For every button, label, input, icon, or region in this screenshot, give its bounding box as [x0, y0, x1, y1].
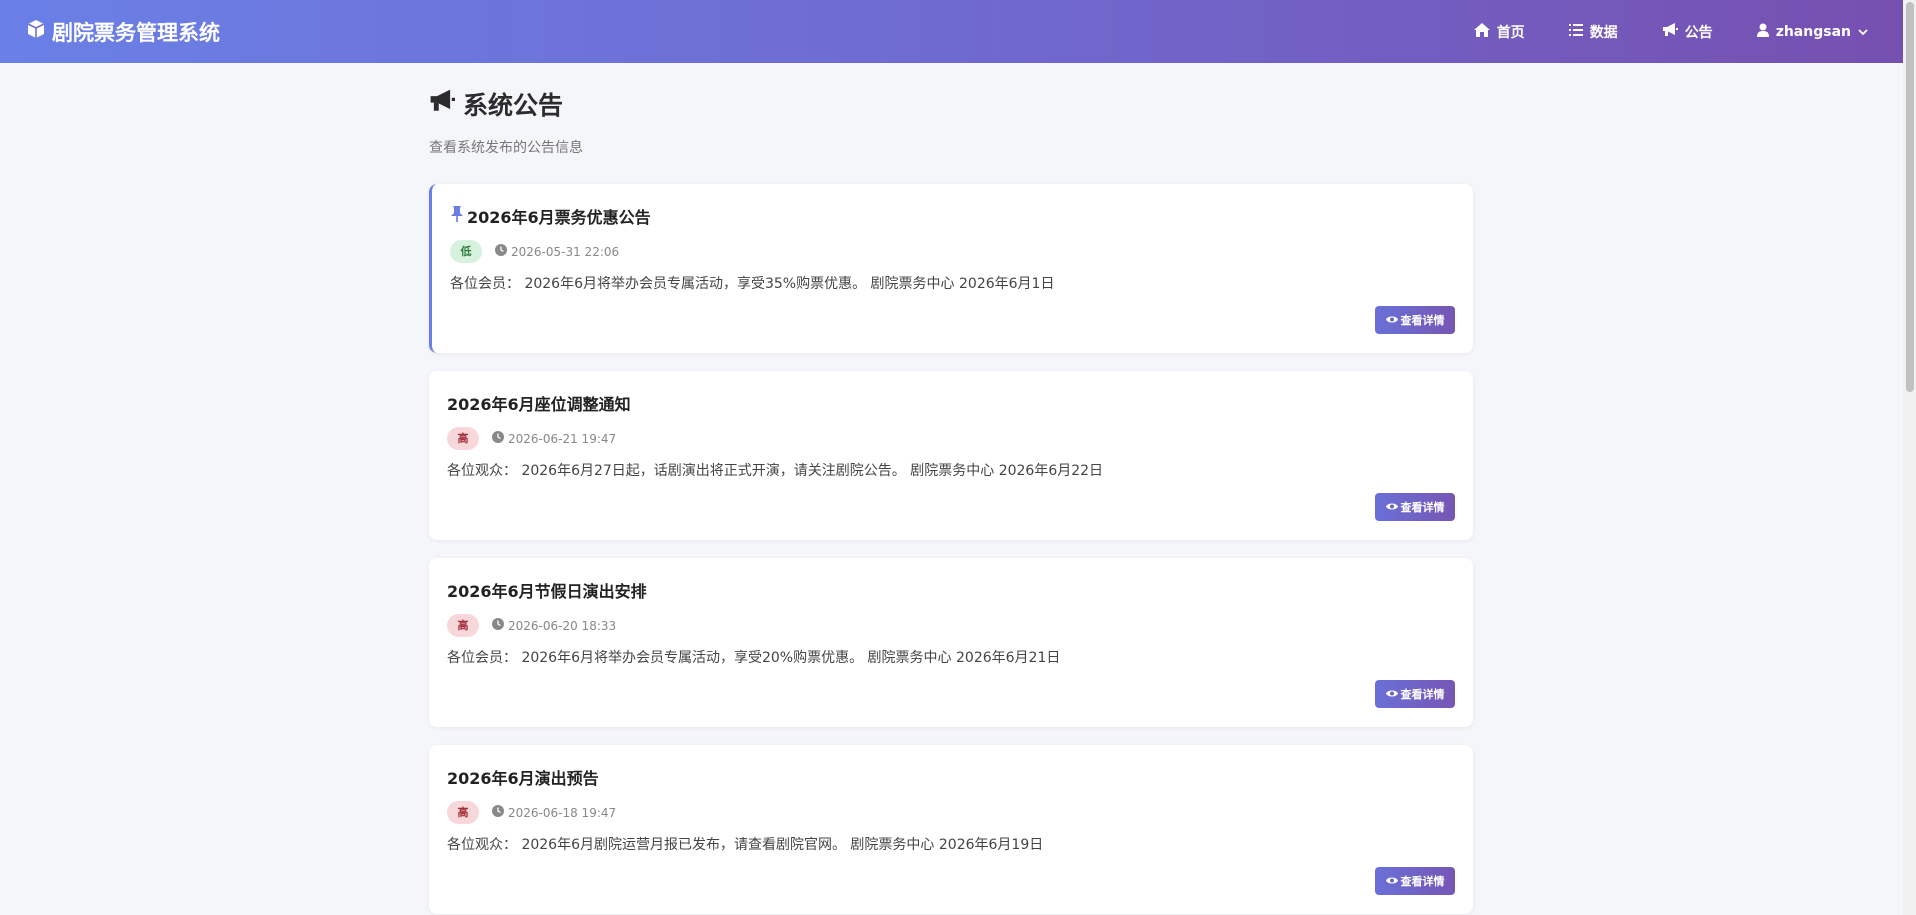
- nav-menu: 首页 数据 公告 zhangsan: [1430, 22, 1875, 42]
- brand[interactable]: 剧院票务管理系统: [26, 17, 220, 47]
- announcement-title[interactable]: 2026年6月节假日演出安排: [447, 578, 1455, 602]
- megaphone-icon: [1662, 22, 1685, 41]
- view-detail-button[interactable]: 查看详情: [1375, 306, 1455, 334]
- page-subtitle: 查看系统发布的公告信息: [429, 140, 583, 156]
- view-detail-button[interactable]: 查看详情: [1375, 867, 1455, 895]
- announcement-card: 2026年6月演出预告 高 2026-06-18 19:47 各位观众： 202…: [429, 745, 1473, 914]
- priority-badge: 低: [450, 240, 482, 263]
- announcement-time-text: 2026-05-31 22:06: [511, 244, 620, 259]
- nav-item-data[interactable]: 数据: [1568, 22, 1618, 42]
- nav-item-home[interactable]: 首页: [1473, 22, 1525, 42]
- announcement-title-text: 2026年6月座位调整通知: [447, 395, 631, 414]
- announcement-card: 2026年6月票务优惠公告 低 2026-05-31 22:06 各位会员： 2…: [429, 184, 1473, 353]
- announcement-time: 2026-06-21 19:47: [492, 431, 616, 446]
- clock-icon: [495, 244, 511, 259]
- clock-icon: [492, 805, 508, 820]
- eye-icon: [1385, 501, 1401, 514]
- announcement-time-text: 2026-06-20 18:33: [508, 618, 617, 633]
- nav-item-announcements[interactable]: 公告: [1662, 22, 1713, 42]
- pin-icon: [450, 206, 467, 226]
- view-detail-label: 查看详情: [1400, 875, 1445, 888]
- top-navbar: 剧院票务管理系统 首页 数据 公告 zhangsan: [0, 0, 1903, 63]
- username: zhangsan: [1775, 23, 1851, 40]
- nav-item-label: 数据: [1589, 24, 1618, 41]
- cube-icon: [26, 19, 52, 44]
- announcement-meta: 高 2026-06-18 19:47: [447, 801, 1455, 824]
- page-title: 系统公告: [429, 86, 1473, 122]
- announcement-title-text: 2026年6月票务优惠公告: [467, 208, 651, 227]
- view-detail-label: 查看详情: [1400, 501, 1445, 514]
- clock-icon: [492, 431, 508, 446]
- announcement-time: 2026-06-18 19:47: [492, 805, 616, 820]
- announcement-title-text: 2026年6月节假日演出安排: [447, 582, 647, 601]
- megaphone-icon: [429, 89, 463, 119]
- announcement-title[interactable]: 2026年6月票务优惠公告: [450, 204, 1455, 228]
- user-icon: [1756, 23, 1776, 41]
- announcement-card: 2026年6月节假日演出安排 高 2026-06-20 18:33 各位会员： …: [429, 558, 1473, 727]
- eye-icon: [1385, 314, 1401, 327]
- view-detail-button[interactable]: 查看详情: [1375, 680, 1455, 708]
- announcement-title-text: 2026年6月演出预告: [447, 769, 599, 788]
- announcement-meta: 高 2026-06-21 19:47: [447, 427, 1455, 450]
- announcement-title[interactable]: 2026年6月演出预告: [447, 765, 1455, 789]
- announcement-content: 各位观众： 2026年6月剧院运营月报已发布，请查看剧院官网。 剧院票务中心 2…: [447, 837, 1044, 853]
- page-title-text: 系统公告: [463, 91, 564, 120]
- announcement-time: 2026-05-31 22:06: [495, 244, 619, 259]
- view-detail-label: 查看详情: [1400, 314, 1445, 327]
- view-detail-label: 查看详情: [1400, 688, 1445, 701]
- view-detail-button[interactable]: 查看详情: [1375, 493, 1455, 521]
- list-icon: [1568, 23, 1590, 40]
- main-content: 系统公告 查看系统发布的公告信息 2026年6月票务优惠公告 低 2026-05…: [429, 63, 1473, 914]
- eye-icon: [1385, 875, 1401, 888]
- page-scrollbar[interactable]: [1903, 0, 1916, 915]
- announcement-time: 2026-06-20 18:33: [492, 618, 616, 633]
- eye-icon: [1385, 688, 1401, 701]
- announcement-time-text: 2026-06-21 19:47: [508, 431, 617, 446]
- user-menu[interactable]: zhangsan: [1756, 23, 1875, 41]
- announcement-meta: 高 2026-06-20 18:33: [447, 614, 1455, 637]
- announcement-content: 各位会员： 2026年6月将举办会员专属活动，享受35%购票优惠。 剧院票务中心…: [450, 276, 1055, 292]
- announcement-meta: 低 2026-05-31 22:06: [450, 240, 1455, 263]
- announcement-title[interactable]: 2026年6月座位调整通知: [447, 391, 1455, 415]
- nav-item-label: 首页: [1496, 24, 1525, 41]
- announcement-content: 各位会员： 2026年6月将举办会员专属活动，享受20%购票优惠。 剧院票务中心…: [447, 650, 1061, 666]
- priority-badge: 高: [447, 614, 479, 637]
- priority-badge: 高: [447, 427, 479, 450]
- chevron-down-icon: [1858, 24, 1875, 40]
- nav-item-label: 公告: [1684, 24, 1713, 41]
- announcement-content: 各位观众： 2026年6月27日起，话剧演出将正式开演，请关注剧院公告。 剧院票…: [447, 463, 1104, 479]
- home-icon: [1473, 22, 1497, 41]
- priority-badge: 高: [447, 801, 479, 824]
- brand-title: 剧院票务管理系统: [52, 20, 220, 45]
- scrollbar-thumb[interactable]: [1906, 2, 1914, 392]
- clock-icon: [492, 618, 508, 633]
- announcement-card: 2026年6月座位调整通知 高 2026-06-21 19:47 各位观众： 2…: [429, 371, 1473, 540]
- announcement-time-text: 2026-06-18 19:47: [508, 805, 617, 820]
